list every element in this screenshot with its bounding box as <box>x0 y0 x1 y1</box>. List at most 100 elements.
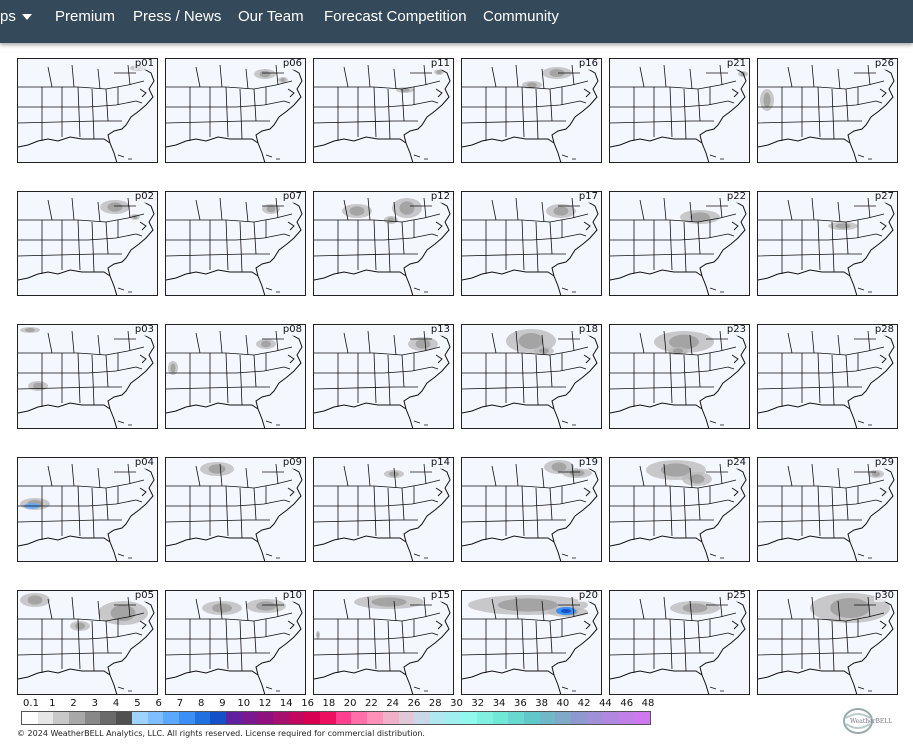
map-panel-p28[interactable]: p28 <box>757 324 898 429</box>
color-scale-swatch <box>398 712 415 724</box>
color-scale-swatch <box>367 712 383 724</box>
color-scale-swatch <box>461 712 477 724</box>
map-panel-p14[interactable]: p14 <box>313 457 454 562</box>
color-scale-tick: 22 <box>365 698 378 709</box>
map-panel-p15[interactable]: p15 <box>313 590 454 695</box>
color-scale-swatch <box>84 712 101 724</box>
map-panel-p16[interactable]: p16 <box>461 58 602 163</box>
us-map-icon <box>610 197 747 295</box>
color-scale-swatch <box>633 712 650 724</box>
panel-member-label: p14 <box>429 457 451 469</box>
map-panel-p30[interactable]: p30 <box>757 590 898 695</box>
color-scale-swatch <box>304 712 321 724</box>
map-panel-p07[interactable]: p07 <box>165 191 306 296</box>
us-map-icon <box>166 596 303 694</box>
map-panel-p13[interactable]: p13 <box>313 324 454 429</box>
color-scale-tick: 4 <box>112 698 120 709</box>
map-panel-p22[interactable]: p22 <box>609 191 750 296</box>
map-panel-p04[interactable]: p04 <box>17 457 158 562</box>
map-panel-p05[interactable]: p05 <box>17 590 158 695</box>
color-scale-tick: 26 <box>407 698 421 709</box>
panel-member-label: p09 <box>281 457 303 469</box>
map-panel-p21[interactable]: p21 <box>609 58 750 163</box>
nav-item-press-news[interactable]: Press / News <box>133 0 221 34</box>
panel-member-label: p10 <box>281 590 303 602</box>
color-scale-swatch <box>225 712 242 724</box>
map-panel-p29[interactable]: p29 <box>757 457 898 562</box>
chevron-down-icon <box>21 14 32 21</box>
map-panel-p09[interactable]: p09 <box>165 457 306 562</box>
nav-item-maps-dropdown[interactable]: ps <box>0 0 32 34</box>
us-map-icon <box>166 64 303 162</box>
color-scale-swatch <box>69 712 85 724</box>
color-scale-tick: 28 <box>428 698 442 709</box>
color-scale-swatch <box>147 712 164 724</box>
color-scale-tick: 38 <box>535 698 548 709</box>
us-map-icon <box>18 463 155 561</box>
map-panel-p26[interactable]: p26 <box>757 58 898 163</box>
color-scale-swatch <box>100 712 117 724</box>
nav-item-label: ps <box>0 8 16 25</box>
color-scale-tick: 6 <box>155 698 162 709</box>
color-scale-swatch <box>492 712 509 724</box>
panel-member-label: p23 <box>725 324 747 336</box>
panel-member-label: p06 <box>281 58 303 70</box>
panel-member-label: p30 <box>873 590 895 602</box>
color-scale-swatch <box>351 712 368 724</box>
color-scale-swatch <box>335 712 352 724</box>
color-scale-swatch <box>288 712 305 724</box>
panel-member-label: p03 <box>133 324 155 336</box>
us-map-icon <box>610 330 747 428</box>
color-scale-tick: 12 <box>258 698 272 709</box>
color-scale-swatch <box>241 712 258 724</box>
map-panel-p08[interactable]: p08 <box>165 324 306 429</box>
color-scale-swatch <box>508 712 524 724</box>
map-panel-p17[interactable]: p17 <box>461 191 602 296</box>
map-panel-p20[interactable]: p20 <box>461 590 602 695</box>
map-panel-p27[interactable]: p27 <box>757 191 898 296</box>
panel-member-label: p12 <box>429 191 451 203</box>
panel-member-label: p20 <box>577 590 599 602</box>
panel-member-label: p07 <box>281 191 303 203</box>
panel-member-label: p29 <box>873 457 895 469</box>
map-panel-p25[interactable]: p25 <box>609 590 750 695</box>
map-panel-p23[interactable]: p23 <box>609 324 750 429</box>
color-scale-tick: 10 <box>237 698 251 709</box>
color-scale-tick: 7 <box>176 698 184 709</box>
color-scale-swatch <box>194 712 211 724</box>
map-panel-p10[interactable]: p10 <box>165 590 306 695</box>
map-panel-p06[interactable]: p06 <box>165 58 306 163</box>
nav-item-premium[interactable]: Premium <box>55 0 115 34</box>
us-map-icon <box>166 330 303 428</box>
us-map-icon <box>610 460 747 561</box>
nav-item-our-team[interactable]: Our Team <box>238 0 304 34</box>
map-panel-p19[interactable]: p19 <box>461 457 602 562</box>
us-map-icon <box>314 463 451 561</box>
color-scale-tick: 5 <box>134 698 141 709</box>
map-panel-p18[interactable]: p18 <box>461 324 602 429</box>
panel-member-label: p13 <box>429 324 451 336</box>
us-map-icon <box>314 595 451 694</box>
panel-member-label: p19 <box>577 457 599 469</box>
panel-member-label: p02 <box>133 191 155 203</box>
nav-item-forecast-competition[interactable]: Forecast Competition <box>324 0 467 34</box>
us-map-icon <box>462 460 599 561</box>
map-panel-p03[interactable]: p03 <box>17 324 158 429</box>
color-scale-swatch <box>116 712 132 724</box>
color-scale-tick: 44 <box>599 698 612 709</box>
color-scale-swatch <box>618 712 634 724</box>
map-panel-p02[interactable]: p02 <box>17 191 158 296</box>
map-panel-p12[interactable]: p12 <box>313 191 454 296</box>
copyright-text: © 2024 WeatherBELL Analytics, LLC. All r… <box>17 729 425 738</box>
map-panel-p24[interactable]: p24 <box>609 457 750 562</box>
panel-member-label: p27 <box>873 191 895 203</box>
map-panel-p01[interactable]: p01 <box>17 58 158 163</box>
color-scale-tick: 2 <box>70 698 77 709</box>
color-scale-tick: 40 <box>556 698 570 709</box>
us-map-icon <box>758 64 895 162</box>
us-map-icon <box>462 329 599 428</box>
color-scale-swatch <box>178 712 195 724</box>
nav-item-community[interactable]: Community <box>483 0 559 34</box>
map-panel-p11[interactable]: p11 <box>313 58 454 163</box>
us-map-icon <box>610 64 748 162</box>
